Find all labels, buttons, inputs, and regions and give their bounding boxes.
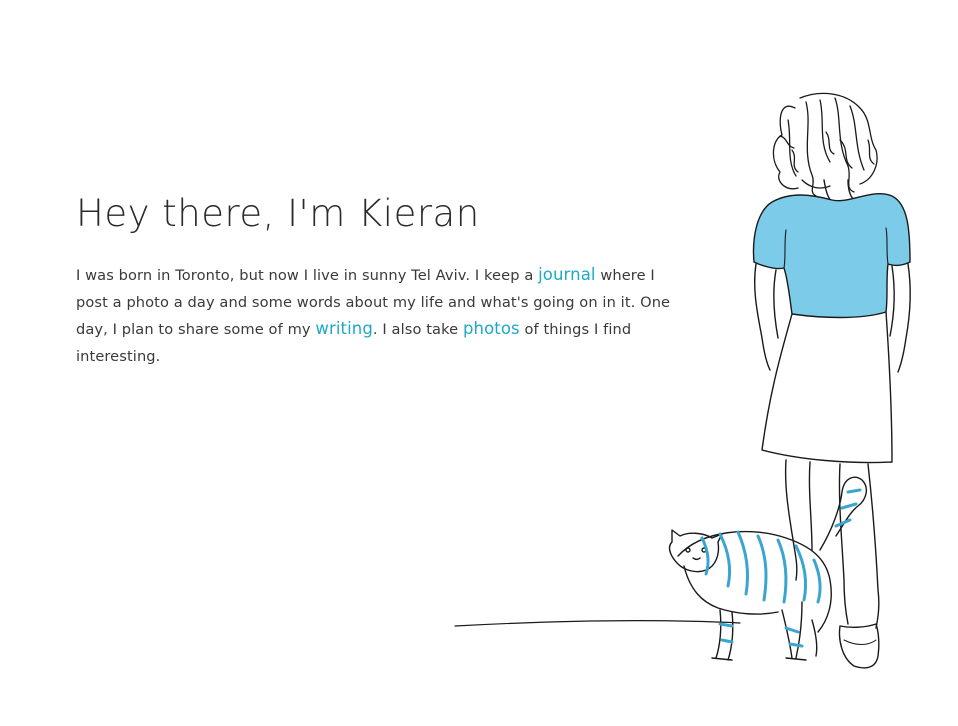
writing-link[interactable]: writing (315, 319, 373, 338)
cat (668, 476, 868, 661)
left-arm (753, 263, 779, 371)
shirt (752, 193, 911, 319)
person-and-cat-illustration (440, 80, 958, 690)
hair (772, 92, 878, 197)
shoe (838, 623, 880, 669)
skirt (761, 311, 893, 464)
right-leg (838, 463, 880, 629)
ground-line (454, 620, 741, 627)
sketch-svg (454, 92, 911, 669)
right-arm (889, 263, 911, 373)
left-leg (784, 459, 813, 581)
